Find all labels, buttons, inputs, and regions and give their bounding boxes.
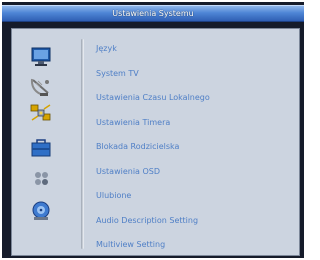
menu-item-language[interactable]: Język — [96, 37, 210, 62]
menu-item-osd[interactable]: Ustawienia OSD — [96, 160, 210, 185]
menu-item-local-time[interactable]: Ustawienia Czasu Lokalnego — [96, 86, 210, 111]
settings-menu: Język System TV Ustawienia Czasu Lokalne… — [96, 37, 210, 258]
toolbox-icon[interactable] — [30, 138, 52, 158]
tv-screen: Ustawienia Systemu Język System TV Ustaw… — [2, 2, 304, 258]
title-bar: Ustawienia Systemu — [2, 5, 304, 22]
cd-player-icon[interactable] — [30, 201, 52, 221]
menu-item-audio-description[interactable]: Audio Description Setting — [96, 209, 210, 234]
satellite-icon[interactable] — [30, 103, 52, 123]
menu-item-tv-system[interactable]: System TV — [96, 62, 210, 87]
divider-scrollbar — [81, 39, 84, 249]
satellite-dish-icon[interactable] — [30, 77, 52, 97]
category-sidebar — [12, 29, 72, 255]
monitor-icon[interactable] — [30, 47, 52, 67]
menu-item-parental-lock[interactable]: Blokada Rodzicielska — [96, 135, 210, 160]
menu-item-multiview[interactable]: Multiview Setting — [96, 233, 210, 258]
window-title: Ustawienia Systemu — [112, 9, 194, 18]
dots-icon[interactable] — [30, 169, 52, 189]
menu-item-favorites[interactable]: Ulubione — [96, 184, 210, 209]
menu-item-timer[interactable]: Ustawienia Timera — [96, 111, 210, 136]
settings-panel: Język System TV Ustawienia Czasu Lokalne… — [11, 28, 300, 256]
